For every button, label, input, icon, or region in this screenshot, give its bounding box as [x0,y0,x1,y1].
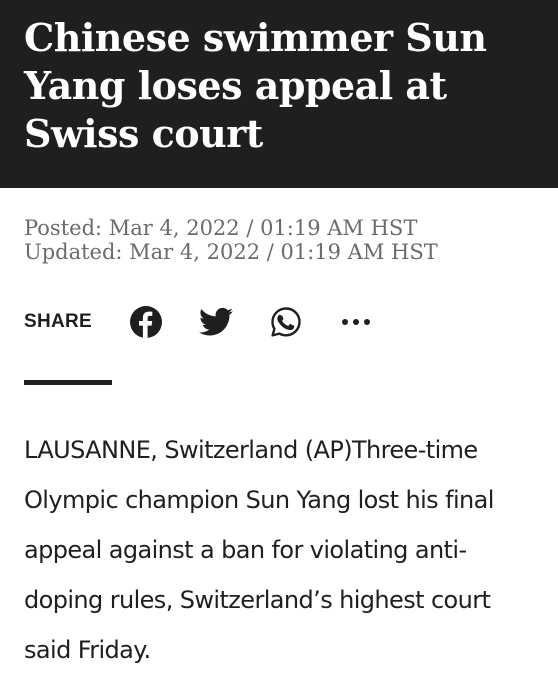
article-body: LAUSANNE, Switzerland (AP)Three-time Oly… [24,436,494,664]
updated-date: Updated: Mar 4, 2022 / 01:19 AM HST [24,240,438,264]
article-headline: Chinese swimmer Sun Yang loses appeal at… [24,15,487,156]
share-label: SHARE [24,311,93,332]
more-icon[interactable] [338,304,374,340]
article-meta: Posted: Mar 4, 2022 / 01:19 AM HST Updat… [0,188,558,264]
share-bar: SHARE [0,302,558,342]
twitter-icon[interactable] [198,304,234,340]
whatsapp-icon[interactable] [268,304,304,340]
article-header: Chinese swimmer Sun Yang loses appeal at… [0,0,558,188]
facebook-icon[interactable] [128,304,164,340]
posted-date: Posted: Mar 4, 2022 / 01:19 AM HST [24,216,418,240]
